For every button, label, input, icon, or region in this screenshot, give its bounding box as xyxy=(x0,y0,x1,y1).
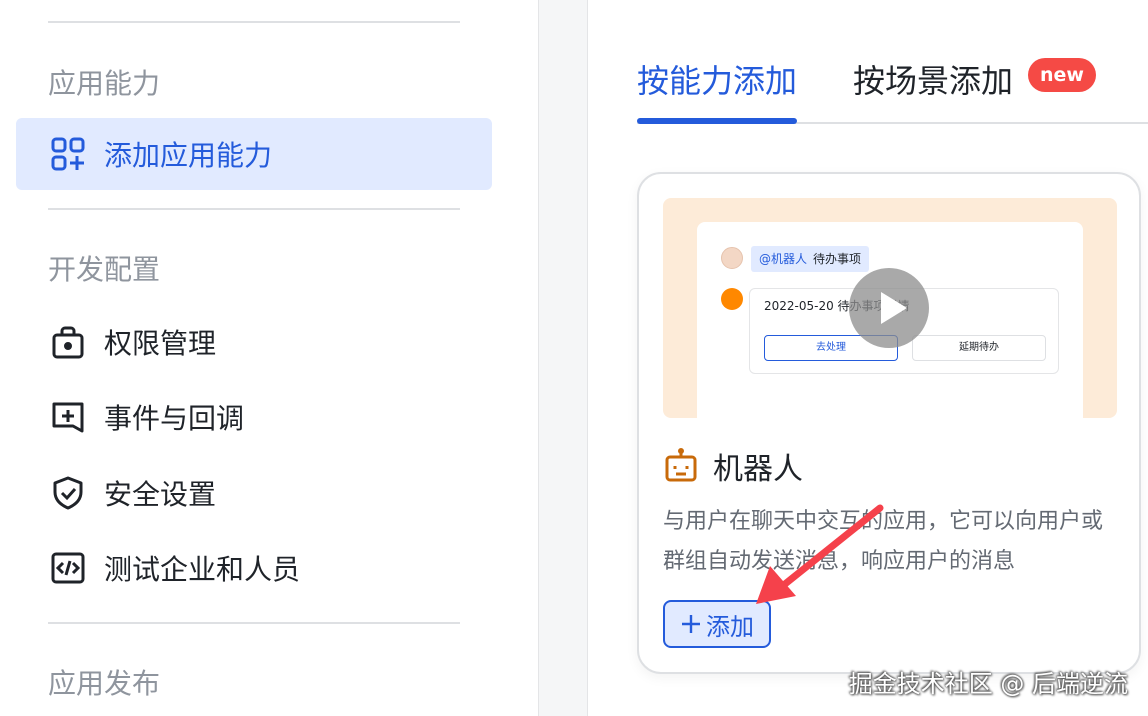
chat-bubble: @机器人 待办事项 xyxy=(751,246,870,272)
tab-label: 按场景添加 xyxy=(853,62,1014,100)
shield-check-icon xyxy=(50,475,86,511)
capability-card-robot[interactable]: @机器人 待办事项 2022-05-20 待办事项详情 去处理 延期待办 机器人… xyxy=(637,172,1141,674)
lock-bag-icon xyxy=(50,324,86,360)
add-button[interactable]: 添加 xyxy=(663,600,771,648)
sidebar-item-test-users[interactable]: 测试企业和人员 xyxy=(16,532,492,604)
grid-plus-icon xyxy=(50,136,86,172)
tab-active-indicator xyxy=(637,118,797,124)
divider xyxy=(48,208,460,210)
postpone-button: 延期待办 xyxy=(912,335,1046,361)
section-title-app-release: 应用发布 xyxy=(48,667,161,700)
play-icon[interactable] xyxy=(849,268,929,348)
new-badge: new xyxy=(1028,58,1096,92)
panel-gutter xyxy=(538,0,588,716)
code-icon xyxy=(50,550,86,586)
main-panel: 按能力添加 按场景添加 new @机器人 待办事项 2022-05-20 待办事项… xyxy=(589,0,1148,716)
task-text: 待办事项 xyxy=(813,252,862,266)
divider xyxy=(48,21,460,23)
sidebar-item-label: 测试企业和人员 xyxy=(104,553,301,586)
user-avatar xyxy=(721,247,743,269)
plus-icon xyxy=(682,615,700,633)
card-title-text: 机器人 xyxy=(713,452,803,487)
watermark: 掘金技术社区 @ 后端逆流 xyxy=(848,670,1128,698)
mention-text: @机器人 xyxy=(759,252,808,266)
robot-icon xyxy=(663,448,699,484)
sidebar-item-permissions[interactable]: 权限管理 xyxy=(16,306,492,378)
preview-thumbnail: @机器人 待办事项 2022-05-20 待办事项详情 去处理 延期待办 xyxy=(663,198,1117,418)
tab-by-scenario[interactable]: 按场景添加 xyxy=(853,56,1013,102)
sidebar-item-add-capability[interactable]: 添加应用能力 xyxy=(16,118,492,190)
section-title-app-capabilities: 应用能力 xyxy=(48,67,161,100)
sidebar-item-label: 权限管理 xyxy=(104,327,217,360)
sidebar-item-label: 安全设置 xyxy=(104,478,217,511)
tab-by-capability[interactable]: 按能力添加 xyxy=(637,56,797,102)
sidebar-item-security[interactable]: 安全设置 xyxy=(16,457,492,529)
sidebar-item-label: 添加应用能力 xyxy=(104,139,273,172)
bot-avatar xyxy=(721,288,743,310)
sidebar-item-label: 事件与回调 xyxy=(104,402,245,435)
add-button-label: 添加 xyxy=(706,612,754,641)
section-title-dev-config: 开发配置 xyxy=(48,253,161,286)
sidebar-item-events[interactable]: 事件与回调 xyxy=(16,381,492,453)
event-plus-icon xyxy=(50,399,86,435)
tab-label: 按能力添加 xyxy=(637,62,798,100)
divider xyxy=(48,622,460,624)
sidebar: 应用能力 添加应用能力 开发配置 权限管理 事件与回调 安全设置 测试企业和人员… xyxy=(0,0,538,716)
card-description: 与用户在聊天中交互的应用，它可以向用户或群组自动发送消息，响应用户的消息 xyxy=(663,509,1104,574)
tab-bar: 按能力添加 按场景添加 new xyxy=(637,0,1148,124)
card-title: 机器人 xyxy=(663,446,803,487)
